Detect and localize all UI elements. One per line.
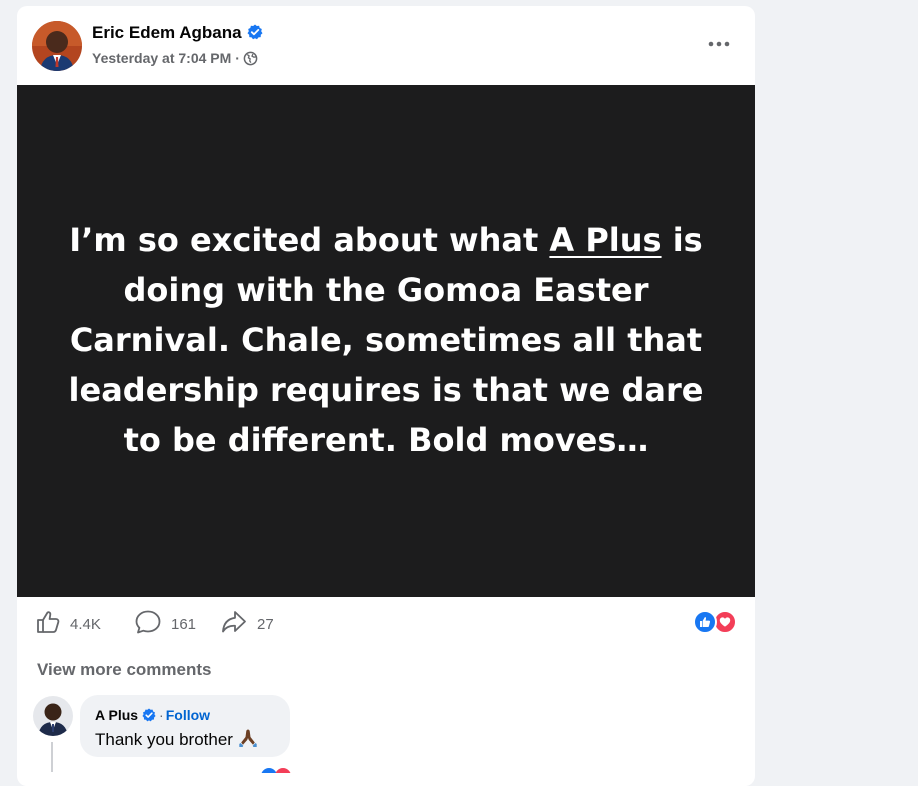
post-timestamp[interactable]: Yesterday at 7:04 PM — [92, 50, 231, 66]
view-more-comments-link[interactable]: View more comments — [37, 660, 211, 680]
like-reaction-icon — [693, 610, 717, 634]
comment-count: 161 — [171, 616, 197, 633]
verified-icon — [247, 24, 263, 45]
post-card: Eric Edem Agbana Yesterday at 7:04 PM · — [17, 6, 755, 786]
share-count: 27 — [257, 616, 274, 633]
comment-icon — [134, 609, 162, 640]
comment-text: Thank you brother — [95, 728, 259, 753]
follow-button[interactable]: Follow — [166, 707, 210, 723]
post-text-background: I’m so excited about what A Plus is doin… — [17, 85, 755, 597]
comment-bubble: A Plus · Follow Thank you brother — [80, 695, 290, 757]
commenter-avatar[interactable] — [33, 696, 73, 736]
share-icon — [220, 609, 248, 640]
post-header: Eric Edem Agbana Yesterday at 7:04 PM · — [17, 6, 755, 85]
name-separator: · — [159, 707, 164, 723]
comment-button[interactable]: 161 — [134, 609, 196, 640]
author-avatar[interactable] — [32, 21, 82, 71]
action-bar: 4.4K 161 27 — [17, 597, 755, 647]
post-text-part-3: doing with the Gomoa Easter Carnival. Ch… — [68, 271, 704, 459]
comment-item: A Plus · Follow Thank you brother — [17, 694, 755, 786]
post-text-part-1: I’m so excited about what — [69, 221, 550, 259]
post-text-part-2: is — [661, 221, 703, 259]
verified-icon — [142, 708, 156, 725]
author-name[interactable]: Eric Edem Agbana — [92, 23, 263, 45]
mention-link[interactable]: A Plus — [549, 221, 661, 259]
partial-reaction-icons — [258, 760, 298, 784]
author-name-text[interactable]: Eric Edem Agbana — [92, 23, 242, 42]
meta-separator: · — [235, 50, 240, 66]
share-button[interactable]: 27 — [220, 609, 274, 640]
reactions-summary[interactable] — [693, 610, 741, 634]
like-button[interactable]: 4.4K — [35, 609, 101, 640]
like-count: 4.4K — [70, 616, 101, 633]
thumbs-up-icon — [35, 609, 61, 640]
folded-hands-icon — [237, 728, 259, 753]
more-options-button[interactable] — [701, 30, 737, 56]
commenter-name[interactable]: A Plus — [95, 707, 138, 723]
post-text: I’m so excited about what A Plus is doin… — [46, 215, 726, 465]
more-horizontal-icon — [708, 34, 730, 52]
post-meta: Yesterday at 7:04 PM · — [92, 50, 258, 69]
commenter-header: A Plus · Follow — [95, 707, 210, 725]
comment-body: Thank you brother — [95, 730, 233, 749]
comment-thread-line — [51, 742, 53, 772]
globe-icon[interactable] — [243, 51, 258, 69]
